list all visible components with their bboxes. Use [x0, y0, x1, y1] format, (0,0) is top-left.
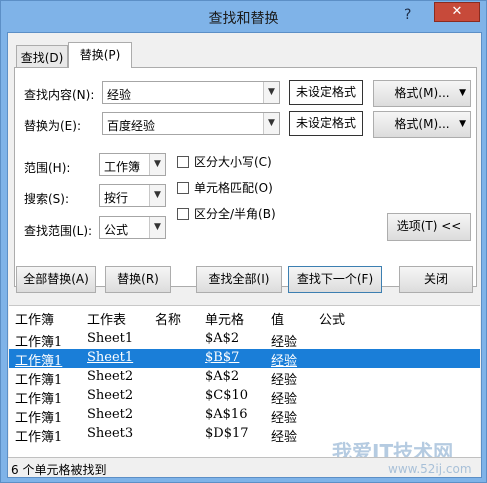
cell-address: $A$16: [205, 407, 248, 422]
cell-sheet: Sheet3: [87, 426, 134, 441]
match-case-label: 区分大小写(C): [194, 155, 272, 169]
column-header[interactable]: 单元格: [205, 309, 244, 328]
match-byte-width-label: 区分全/半角(B): [194, 207, 276, 221]
cell-value: 经验: [271, 392, 298, 407]
search-order-value: 按行: [104, 191, 129, 205]
match-entire-cell-label: 单元格匹配(O): [194, 181, 273, 195]
replace-with-combo[interactable]: 百度经验 ▼: [102, 112, 280, 135]
cell-workbook: 工作簿1: [15, 411, 63, 426]
cell-address: $C$10: [205, 388, 249, 403]
replace-button[interactable]: 替换(R): [105, 266, 171, 293]
cell-sheet: Sheet2: [87, 369, 134, 384]
cell-workbook: 工作簿1: [15, 430, 63, 445]
title-bar[interactable]: 查找和替换 ? ✕: [1, 1, 486, 31]
help-button[interactable]: ?: [404, 7, 411, 23]
column-header[interactable]: 公式: [319, 309, 345, 328]
find-next-button[interactable]: 查找下一个(F): [288, 266, 382, 293]
cell-sheet: Sheet2: [87, 407, 134, 422]
checkbox-icon[interactable]: [177, 156, 189, 168]
tab-find[interactable]: 查找(D): [16, 45, 68, 67]
result-row-selected[interactable]: 工作簿1 Sheet1 $B$7 经验: [9, 349, 480, 369]
dialog-title: 查找和替换: [208, 11, 279, 27]
search-order-label: 搜索(S):: [24, 192, 70, 206]
search-order-select[interactable]: 按行 ▼: [99, 184, 166, 207]
result-row[interactable]: 工作簿1 Sheet2 $C$10 经验: [9, 387, 480, 407]
column-header[interactable]: 值: [271, 309, 284, 328]
find-format-label: 格式(M)...: [394, 86, 450, 100]
match-byte-width-checkbox[interactable]: 区分全/半角(B): [177, 205, 276, 222]
caret-down-icon: ▼: [459, 119, 466, 129]
checkbox-icon[interactable]: [177, 182, 189, 194]
look-in-value: 公式: [104, 223, 129, 237]
status-bar: 6 个单元格被找到 www.52ij.com: [8, 457, 481, 477]
cell-workbook: 工作簿1: [15, 354, 63, 369]
chevron-down-icon[interactable]: ▼: [263, 113, 279, 134]
cell-address: $D$17: [205, 426, 249, 441]
cell-value: 经验: [271, 411, 298, 426]
cell-value: 经验: [271, 354, 298, 369]
find-what-combo[interactable]: 经验 ▼: [102, 81, 280, 104]
options-button[interactable]: 选项(T) <<: [387, 213, 471, 241]
checkbox-icon[interactable]: [177, 208, 189, 220]
look-in-select[interactable]: 公式 ▼: [99, 216, 166, 239]
results-header: 工作簿 工作表 名称 单元格 值 公式: [9, 308, 480, 328]
cell-value: 经验: [271, 373, 298, 388]
find-format-button[interactable]: 格式(M)... ▼: [373, 80, 471, 107]
scope-label: 范围(H):: [24, 161, 71, 175]
cell-address: $B$7: [205, 350, 240, 365]
result-row[interactable]: 工作簿1 Sheet2 $A$2 经验: [9, 368, 480, 388]
close-window-button[interactable]: ✕: [434, 2, 480, 22]
find-what-value: 经验: [107, 88, 132, 102]
dialog-body: 查找(D) 替换(P) 查找内容(N): 经验 ▼ 未设定格式 格式(M)...…: [7, 32, 482, 478]
caret-down-icon: ▼: [459, 88, 466, 98]
match-entire-cell-checkbox[interactable]: 单元格匹配(O): [177, 179, 273, 196]
cell-sheet: Sheet1: [87, 331, 134, 346]
chevron-down-icon[interactable]: ▼: [263, 82, 279, 103]
result-row[interactable]: 工作簿1 Sheet1 $A$2 经验: [9, 330, 480, 350]
column-header[interactable]: 名称: [155, 309, 181, 328]
find-format-preview: 未设定格式: [289, 80, 363, 105]
close-button[interactable]: 关闭: [399, 266, 473, 293]
chevron-down-icon[interactable]: ▼: [149, 217, 165, 238]
cell-address: $A$2: [205, 331, 240, 346]
cell-address: $A$2: [205, 369, 240, 384]
cell-workbook: 工作簿1: [15, 335, 63, 350]
column-header[interactable]: 工作表: [87, 309, 126, 328]
tab-replace[interactable]: 替换(P): [68, 42, 132, 68]
replace-format-button[interactable]: 格式(M)... ▼: [373, 111, 471, 138]
cell-workbook: 工作簿1: [15, 373, 63, 388]
find-replace-dialog: 查找和替换 ? ✕ 查找(D) 替换(P) 查找内容(N): 经验 ▼ 未设定格…: [0, 0, 487, 483]
cell-sheet: Sheet1: [87, 350, 134, 365]
chevron-down-icon[interactable]: ▼: [149, 154, 165, 175]
look-in-label: 查找范围(L):: [24, 224, 93, 238]
replace-with-label: 替换为(E):: [24, 119, 81, 133]
watermark-url: www.52ij.com: [388, 462, 472, 476]
scope-select[interactable]: 工作簿 ▼: [99, 153, 166, 176]
column-header[interactable]: 工作簿: [15, 309, 54, 328]
result-row[interactable]: 工作簿1 Sheet2 $A$16 经验: [9, 406, 480, 426]
results-list[interactable]: 工作簿 工作表 名称 单元格 值 公式 工作簿1 Sheet1 $A$2 经验 …: [9, 305, 480, 464]
cell-value: 经验: [271, 335, 298, 350]
replace-all-button[interactable]: 全部替换(A): [16, 266, 96, 293]
cell-sheet: Sheet2: [87, 388, 134, 403]
find-what-label: 查找内容(N):: [24, 88, 95, 102]
scope-value: 工作簿: [104, 160, 141, 174]
replace-panel: 查找内容(N): 经验 ▼ 未设定格式 格式(M)... ▼ 替换为(E): 百…: [14, 67, 477, 287]
cell-workbook: 工作簿1: [15, 392, 63, 407]
match-case-checkbox[interactable]: 区分大小写(C): [177, 153, 272, 170]
replace-format-preview: 未设定格式: [289, 111, 363, 136]
status-text: 6 个单元格被找到: [11, 463, 107, 477]
find-all-button[interactable]: 查找全部(I): [196, 266, 282, 293]
chevron-down-icon[interactable]: ▼: [149, 185, 165, 206]
replace-with-value: 百度经验: [107, 119, 156, 133]
cell-value: 经验: [271, 430, 298, 445]
replace-format-label: 格式(M)...: [394, 117, 450, 131]
